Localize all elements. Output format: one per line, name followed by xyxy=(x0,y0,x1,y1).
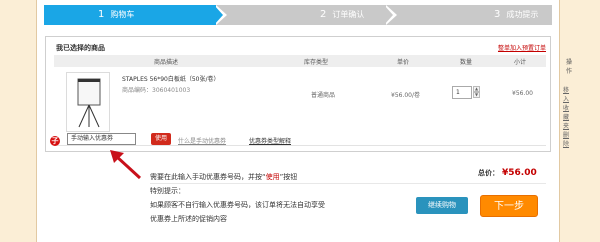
step-arrow-active xyxy=(214,5,223,25)
order-total: 总价： ¥56.00 xyxy=(478,168,537,178)
checkout-steps: 1 购物车 2 订单确认 3 成功提示 xyxy=(44,5,552,25)
col-description: 商品描述 xyxy=(154,59,179,66)
instruction-line: 需要在此输入手动优惠券号码，并按“使用”按钮 xyxy=(150,170,325,184)
total-label: 总价： xyxy=(478,169,499,177)
coupon-icon: 子 xyxy=(50,136,60,146)
instruction-text: ”按钮 xyxy=(279,173,298,181)
product-code: 商品编码：3060401003 xyxy=(122,87,191,94)
quantity-stepper: ▲ ▼ xyxy=(473,86,480,99)
row-actions: 移入收藏夹 删除 xyxy=(563,86,569,149)
step-order-confirm: 2 订单确认 xyxy=(216,5,386,25)
col-ops: 操作 xyxy=(566,59,573,75)
instruction-text: 需要在此输入手动优惠券号码，并按“ xyxy=(150,173,266,181)
col-qty: 数量 xyxy=(460,59,473,66)
flipchart-easel-icon xyxy=(77,78,101,128)
what-is-coupon-link[interactable]: 什么是手动优惠券 xyxy=(178,136,226,145)
product-image[interactable] xyxy=(66,72,110,132)
quantity-input[interactable]: 1 xyxy=(452,86,472,99)
step-number: 1 xyxy=(98,9,105,20)
delete-link[interactable]: 删除 xyxy=(563,131,569,149)
next-step-button[interactable]: 下一步 xyxy=(480,195,538,217)
step-label: 成功提示 xyxy=(506,10,539,19)
step-arrow xyxy=(384,5,393,25)
col-stock-type: 库存类型 xyxy=(304,59,329,66)
stock-type: 普通商品 xyxy=(311,92,336,99)
step-label: 订单确认 xyxy=(332,10,365,19)
col-price: 单价 xyxy=(397,59,410,66)
step-success: 3 成功提示 xyxy=(386,5,552,25)
special-note-line: 如果顾客不自行输入优惠券号码，该订单将无法自动享受 xyxy=(150,201,325,209)
product-name[interactable]: STAPLES 56*90白板纸（50张/卷） xyxy=(122,74,220,83)
instruction-highlight: 使用 xyxy=(265,173,280,181)
col-subtotal: 小计 xyxy=(514,59,527,66)
move-to-favorites-link[interactable]: 移入收藏夹 xyxy=(563,86,569,131)
coupon-type-link[interactable]: 优惠券类型解释 xyxy=(249,136,291,145)
panel-title: 我已选择的商品 xyxy=(56,44,105,52)
step-number: 2 xyxy=(320,9,327,20)
page: 1 购物车 2 订单确认 3 成功提示 我已选择的商品 整单加入预置订单 商品描述 库… xyxy=(0,0,600,242)
unit-price: ¥56.00/卷 xyxy=(391,92,421,99)
coupon-instructions: 需要在此输入手动优惠券号码，并按“使用”按钮 特别提示： 如果顾客不自行输入优惠… xyxy=(150,170,325,226)
special-note-line: 优惠券上所述的促销内容 xyxy=(150,215,227,223)
special-note-title: 特别提示： xyxy=(150,187,185,195)
divider xyxy=(150,183,546,184)
table-header: 商品描述 库存类型 单价 数量 小计 操作 xyxy=(54,55,572,75)
subtotal: ¥56.00 xyxy=(512,90,533,97)
step-label: 购物车 xyxy=(110,10,135,19)
pointer-arrow-icon xyxy=(110,150,142,180)
coupon-input[interactable]: 手动输入优惠券 xyxy=(67,133,136,145)
continue-shopping-button[interactable]: 继续购物 xyxy=(416,197,468,214)
add-to-preset-order-link[interactable]: 整单加入预置订单 xyxy=(498,43,546,52)
use-coupon-button[interactable]: 使用 xyxy=(151,133,171,145)
qty-decrease-button[interactable]: ▼ xyxy=(473,92,480,98)
total-value: ¥56.00 xyxy=(502,168,537,178)
step-cart: 1 购物车 xyxy=(44,5,216,25)
step-number: 3 xyxy=(494,9,501,20)
